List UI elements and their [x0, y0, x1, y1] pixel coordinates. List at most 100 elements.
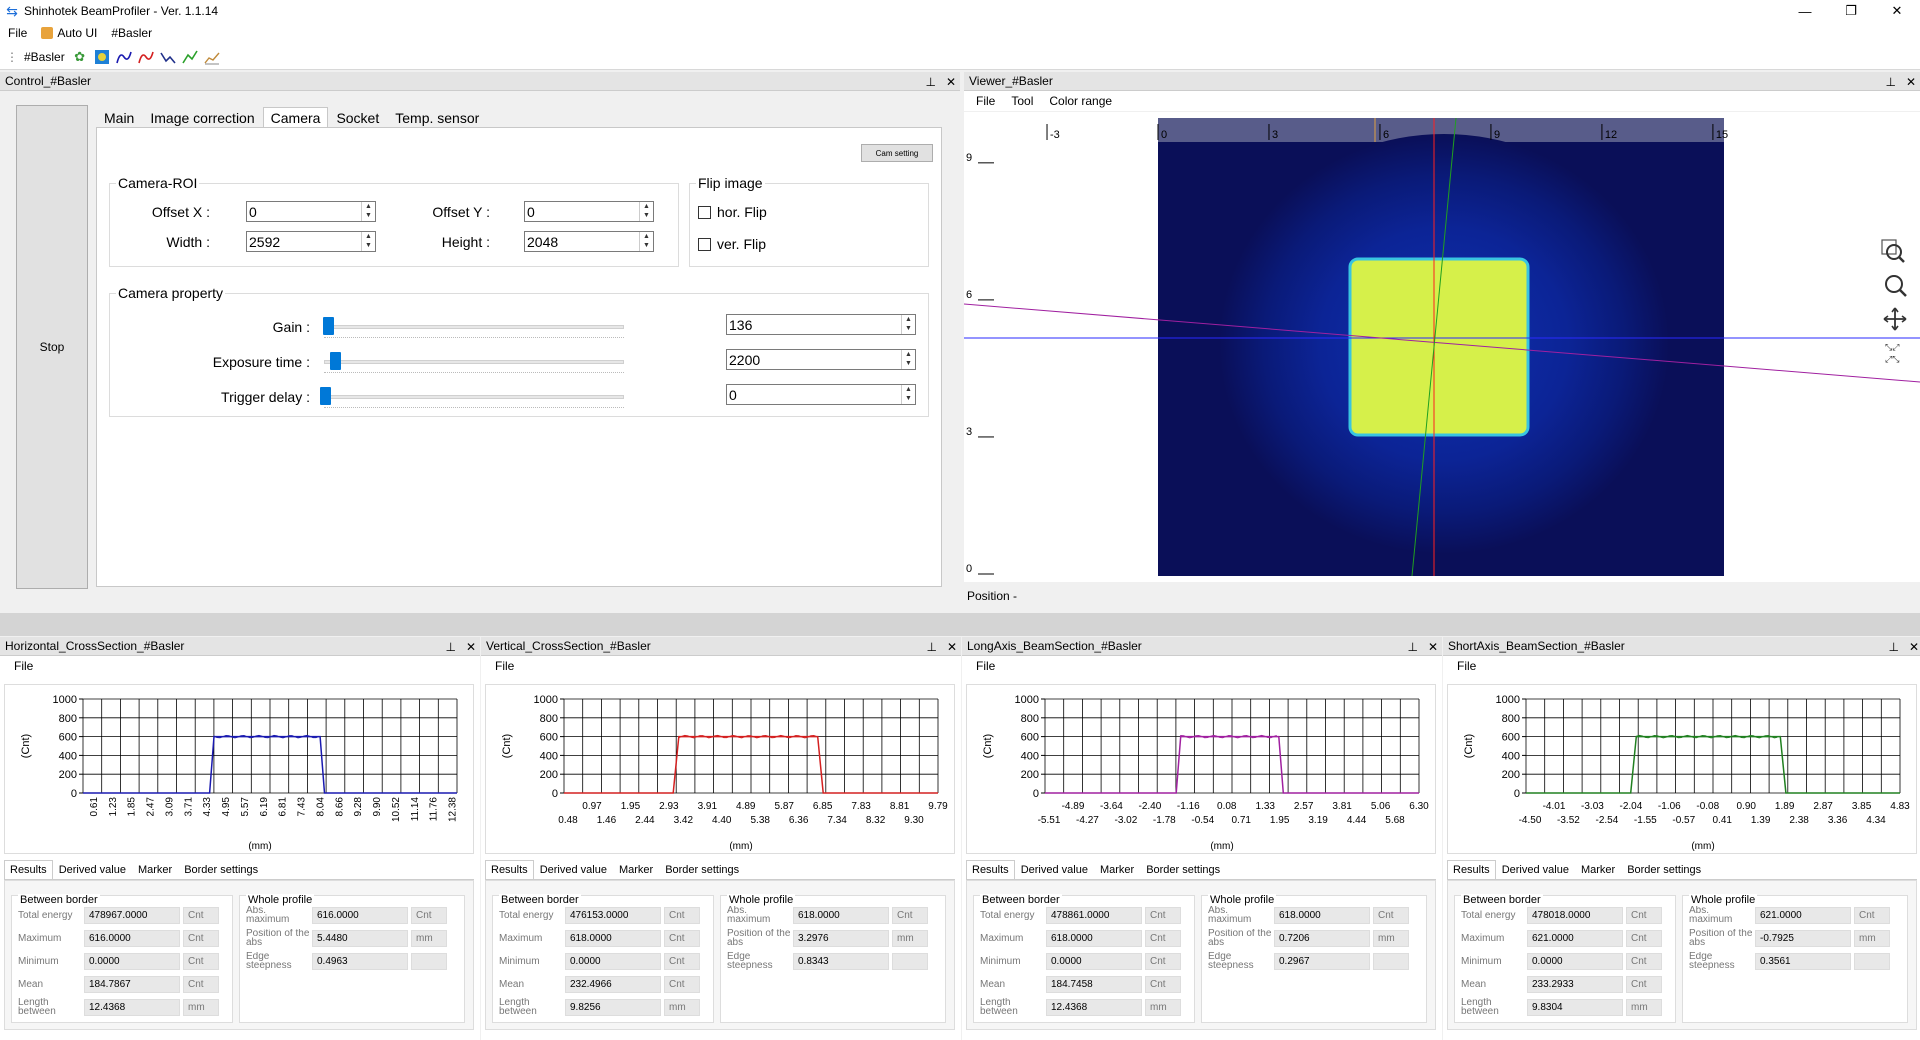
result-tab[interactable]: Border settings	[1140, 860, 1226, 879]
profile-blue-icon[interactable]	[115, 48, 133, 66]
profile-navy-icon[interactable]	[159, 48, 177, 66]
viewer-canvas[interactable]: -3 0 3 6 9 12 15 9 6 3 0 ⤡⤢ ⤢⤡	[963, 112, 1920, 582]
close-icon[interactable]: ✕	[946, 75, 956, 89]
section-menu-file[interactable]: File	[495, 659, 514, 673]
result-tab[interactable]: Results	[966, 860, 1015, 879]
pin-icon[interactable]: ⊥	[926, 640, 936, 654]
trigger-slider-thumb[interactable]	[320, 387, 331, 405]
result-unit: Cnt	[664, 975, 700, 993]
profile-chart[interactable]: 1000 800 600 400 200 0 (Cnt) -4.89 -3.64 -2.40 -1.…	[966, 684, 1436, 854]
tab-image-correction[interactable]: Image correction	[142, 107, 262, 127]
result-tab[interactable]: Results	[1447, 860, 1496, 879]
checkbox-box[interactable]	[698, 237, 711, 251]
tab-main[interactable]: Main	[96, 107, 142, 127]
close-icon[interactable]: ✕	[1874, 0, 1920, 22]
menu-file[interactable]: File	[8, 26, 27, 40]
profile-red-icon[interactable]	[137, 48, 155, 66]
profile-green-icon[interactable]	[181, 48, 199, 66]
minimize-icon[interactable]: —	[1782, 0, 1828, 22]
restore-icon[interactable]: ❐	[1828, 0, 1874, 22]
fit-view-icon[interactable]: ⤡⤢ ⤢⤡	[1884, 343, 1899, 365]
menu-auto-ui[interactable]: Auto UI	[41, 26, 97, 40]
spin-arrows-icon[interactable]: ▲ ▼	[901, 350, 915, 369]
spin-arrows-icon[interactable]: ▲ ▼	[639, 232, 653, 251]
trigger-input[interactable]: 0 ▲ ▼	[726, 384, 916, 405]
result-tab[interactable]: Marker	[1575, 860, 1621, 879]
trigger-slider[interactable]	[320, 385, 628, 409]
section-menu-file[interactable]: File	[976, 659, 995, 673]
section-panel: 1000 800 600 400 200 0 (Cnt) -4.89 -3.64 -2.40 -1.…	[962, 676, 1442, 1040]
close-icon[interactable]: ✕	[947, 640, 957, 654]
zoom-icon[interactable]	[1885, 275, 1907, 297]
y-ruler-label: 9	[966, 152, 972, 164]
x-tick-label: 10.52	[391, 797, 402, 822]
result-tab[interactable]: Results	[4, 860, 53, 879]
offset-x-input[interactable]: 0 ▲ ▼	[246, 201, 376, 222]
gain-slider[interactable]	[320, 315, 628, 339]
pan-icon[interactable]	[1883, 307, 1907, 331]
hor-flip-checkbox[interactable]: hor. Flip	[698, 204, 767, 220]
tab-temp-sensor[interactable]: Temp. sensor	[387, 107, 487, 127]
result-tab[interactable]: Marker	[132, 860, 178, 879]
x-tick-label: 12.38	[448, 797, 459, 822]
pin-icon[interactable]: ⊥	[925, 75, 935, 89]
settings-icon[interactable]: ✿	[71, 48, 89, 66]
zoom-region-icon[interactable]	[1881, 239, 1905, 263]
result-tab[interactable]: Derived value	[534, 860, 613, 879]
result-tab[interactable]: Border settings	[659, 860, 745, 879]
result-tab[interactable]: Marker	[613, 860, 659, 879]
exposure-input[interactable]: 2200 ▲ ▼	[726, 349, 916, 370]
spin-arrows-icon[interactable]: ▲ ▼	[901, 315, 915, 334]
spin-arrows-icon[interactable]: ▲ ▼	[901, 385, 915, 404]
viewer-menu-tool[interactable]: Tool	[1011, 94, 1033, 108]
height-input[interactable]: 2048 ▲ ▼	[524, 231, 654, 252]
ver-flip-checkbox[interactable]: ver. Flip	[698, 236, 766, 252]
close-icon[interactable]: ✕	[1428, 640, 1438, 654]
tab-socket[interactable]: Socket	[328, 107, 387, 127]
viewer-menu-color-range[interactable]: Color range	[1049, 94, 1112, 108]
splitter[interactable]	[0, 613, 1920, 636]
menu-basler[interactable]: #Basler	[111, 26, 152, 40]
result-tab[interactable]: Border settings	[1621, 860, 1707, 879]
offset-y-input[interactable]: 0 ▲ ▼	[524, 201, 654, 222]
spin-arrows-icon[interactable]: ▲ ▼	[361, 232, 375, 251]
close-icon[interactable]: ✕	[466, 640, 476, 654]
result-tab[interactable]: Derived value	[1496, 860, 1575, 879]
result-unit: Cnt	[1626, 975, 1662, 993]
tab-camera[interactable]: Camera	[262, 107, 329, 127]
viewer-menu-file[interactable]: File	[976, 94, 995, 108]
result-tab[interactable]: Derived value	[53, 860, 132, 879]
profile-chart[interactable]: 1000 800 600 400 200 0 (Cnt) 0.97 1.95 2.93 3.91 4.…	[485, 684, 955, 854]
result-tab[interactable]: Border settings	[178, 860, 264, 879]
spin-arrows-icon[interactable]: ▲ ▼	[361, 202, 375, 221]
profile-chart[interactable]: 1000 800 600 400 200 0 (Cnt) 0.61 1.23 1.85 2.47 3.…	[4, 684, 474, 854]
chart-icon[interactable]	[203, 48, 221, 66]
pin-icon[interactable]: ⊥	[1407, 640, 1417, 654]
close-icon[interactable]: ✕	[1909, 640, 1919, 654]
section-menu-file[interactable]: File	[1457, 659, 1476, 673]
stop-button[interactable]: Stop	[16, 105, 88, 589]
profile-chart[interactable]: 1000 800 600 400 200 0 (Cnt) -4.01 -3.03 -2.04 -1.…	[1447, 684, 1917, 854]
gain-slider-thumb[interactable]	[322, 317, 334, 335]
close-icon[interactable]: ✕	[1906, 75, 1916, 89]
gain-input[interactable]: 136 ▲ ▼	[726, 314, 916, 335]
pin-icon[interactable]: ⊥	[1888, 640, 1898, 654]
camera-icon[interactable]	[93, 48, 111, 66]
exposure-slider-thumb[interactable]	[330, 352, 342, 370]
y-axis-label: (Cnt)	[1463, 734, 1475, 758]
section-menu: File	[1443, 656, 1920, 676]
spin-arrows-icon[interactable]: ▲ ▼	[639, 202, 653, 221]
width-input[interactable]: 2592 ▲ ▼	[246, 231, 376, 252]
cam-setting-button[interactable]: Cam setting	[861, 144, 933, 162]
checkbox-box[interactable]	[698, 205, 711, 219]
exposure-slider[interactable]	[320, 350, 628, 374]
pin-icon[interactable]: ⊥	[1885, 75, 1895, 89]
result-tab[interactable]: Marker	[1094, 860, 1140, 879]
result-tab[interactable]: Derived value	[1015, 860, 1094, 879]
section-panel-title: Horizontal_CrossSection_#Basler ⊥ ✕	[0, 637, 480, 656]
section-menu-file[interactable]: File	[14, 659, 33, 673]
beam-viewer[interactable]: -3 0 3 6 9 12 15 9 6 3 0 ⤡⤢ ⤢⤡	[963, 112, 1920, 582]
pin-icon[interactable]: ⊥	[445, 640, 455, 654]
y-tick-label: 200	[540, 769, 558, 781]
result-tab[interactable]: Results	[485, 860, 534, 879]
